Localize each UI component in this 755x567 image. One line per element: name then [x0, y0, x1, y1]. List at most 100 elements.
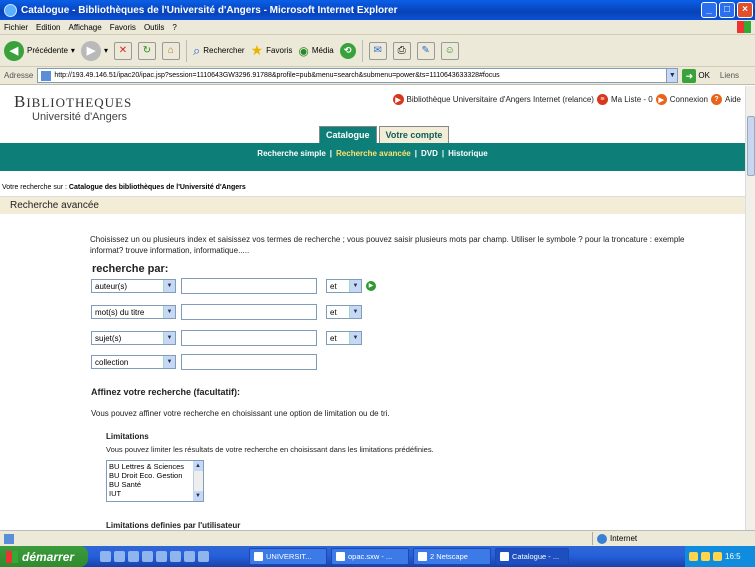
index-select-4[interactable]: collection ▼: [91, 355, 176, 369]
menu-view[interactable]: Affichage: [68, 23, 101, 32]
tray-icon[interactable]: [713, 552, 722, 561]
stop-icon[interactable]: ✕: [113, 41, 132, 60]
chevron-down-icon: ▼: [349, 332, 361, 344]
forward-button[interactable]: ▶ ▾: [80, 40, 108, 61]
menu-edit[interactable]: Edition: [36, 23, 60, 32]
status-bar: Internet: [0, 530, 755, 546]
operator-select-2[interactable]: et ▼: [326, 305, 362, 319]
edit-icon[interactable]: ✎: [416, 41, 435, 60]
menu-file[interactable]: Fichier: [4, 23, 28, 32]
home-icon[interactable]: ⌂: [161, 41, 180, 60]
go-search-icon[interactable]: ▶: [366, 281, 376, 291]
index-value-4: collection: [95, 357, 129, 367]
go-button[interactable]: ➜ OK: [682, 68, 710, 83]
search-button[interactable]: ⌕ Rechercher: [193, 43, 245, 59]
address-label: Adresse: [4, 71, 34, 80]
subnav-simple-search[interactable]: Recherche simple: [257, 149, 325, 158]
page-scrollbar[interactable]: [745, 86, 755, 530]
search-term-input-2[interactable]: [181, 304, 317, 320]
menu-help[interactable]: ?: [172, 23, 176, 32]
breadcrumb: Votre recherche sur : Catalogue des bibl…: [2, 184, 246, 191]
ie-icon: [4, 3, 17, 17]
chevron-down-icon[interactable]: ▼: [193, 491, 203, 501]
search-term-input-1[interactable]: [181, 278, 317, 294]
list-item[interactable]: BU Droit Eco. Gestion: [109, 471, 201, 480]
subnav-history[interactable]: Historique: [448, 149, 488, 158]
taskbar: démarrer UNIVERSIT... opac.sxw - ... 2 N…: [0, 546, 755, 567]
window-controls: _ □ ×: [701, 2, 753, 18]
page-status-icon: [4, 533, 14, 544]
subnav-advanced-search[interactable]: Recherche avancée: [336, 149, 411, 158]
print-icon[interactable]: ⎙: [392, 41, 411, 60]
document-icon: [254, 552, 263, 561]
operator-select-1[interactable]: et ▼: [326, 279, 362, 293]
messenger-icon[interactable]: ☺: [440, 41, 459, 60]
search-term-input-4[interactable]: [181, 354, 317, 370]
tray-icon[interactable]: [689, 552, 698, 561]
menu-tools[interactable]: Outils: [144, 23, 164, 32]
login-link[interactable]: Connexion: [670, 95, 708, 104]
operator-select-3[interactable]: et ▼: [326, 331, 362, 345]
limits-listbox[interactable]: BU Lettres & Sciences BU Droit Eco. Gest…: [106, 460, 204, 502]
index-select-1[interactable]: auteur(s) ▼: [91, 279, 176, 293]
media-button[interactable]: ◉ Média: [298, 44, 333, 58]
index-select-2[interactable]: mot(s) du titre ▼: [91, 305, 176, 319]
clock: 16:5: [725, 552, 741, 561]
listbox-scrollbar[interactable]: ▲ ▼: [193, 461, 203, 501]
limits-title: Limitations: [106, 432, 149, 441]
quicklaunch-icon[interactable]: [100, 551, 111, 562]
tray-icon[interactable]: [701, 552, 710, 561]
list-item[interactable]: BU Lettres & Sciences: [109, 462, 201, 471]
star-icon: ★: [250, 42, 264, 58]
start-button[interactable]: démarrer: [0, 546, 88, 567]
list-item[interactable]: IUT: [109, 489, 201, 498]
tab-account[interactable]: Votre compte: [378, 126, 450, 143]
index-select-3[interactable]: sujet(s) ▼: [91, 331, 176, 345]
site-logo[interactable]: BIBLIOTHEQUES Université d'Angers: [14, 92, 132, 123]
taskbar-item[interactable]: Catalogue - ...: [495, 548, 569, 565]
tab-catalogue[interactable]: Catalogue: [319, 126, 377, 143]
minimize-button[interactable]: _: [701, 2, 717, 18]
maximize-button[interactable]: □: [719, 2, 735, 18]
forward-arrow-icon: ▶: [80, 40, 101, 61]
address-dropdown-icon[interactable]: ▼: [666, 68, 679, 83]
refresh-icon[interactable]: ↻: [137, 41, 156, 60]
address-input[interactable]: http://193.49.146.51/ipac20/ipac.jsp?ses…: [37, 68, 668, 83]
quicklaunch-icon[interactable]: [170, 551, 181, 562]
quicklaunch-icon[interactable]: [128, 551, 139, 562]
quicklaunch-icon[interactable]: [198, 551, 209, 562]
taskbar-item[interactable]: opac.sxw - ...: [331, 548, 409, 565]
quicklaunch-icon[interactable]: [142, 551, 153, 562]
favorites-button[interactable]: ★ Favoris: [251, 42, 293, 59]
close-button[interactable]: ×: [737, 2, 753, 18]
chevron-down-icon[interactable]: ▾: [71, 46, 75, 55]
search-row-4: collection ▼: [91, 354, 317, 370]
bu-link[interactable]: Bibliothèque Universitaire d'Angers Inte…: [407, 95, 594, 104]
search-term-input-3[interactable]: [181, 330, 317, 346]
taskbar-item-label: opac.sxw - ...: [348, 552, 393, 561]
chevron-down-icon: ▼: [349, 280, 361, 292]
toolbar-separator: [185, 39, 187, 62]
quicklaunch-icon[interactable]: [114, 551, 125, 562]
taskbar-item[interactable]: 2 Netscape: [413, 548, 491, 565]
mail-icon[interactable]: ✉: [368, 41, 387, 60]
subnav-dvd[interactable]: DVD: [421, 149, 438, 158]
links-button[interactable]: Liens: [720, 71, 739, 80]
chevron-down-icon[interactable]: ▾: [104, 46, 108, 55]
history-icon[interactable]: ⟲: [339, 42, 356, 59]
back-button[interactable]: ◀ Précédente ▾: [4, 40, 75, 61]
my-list-link[interactable]: Ma Liste - 0: [611, 95, 653, 104]
scrollbar-thumb[interactable]: [747, 116, 755, 176]
list-item[interactable]: BU Santé: [109, 480, 201, 489]
breadcrumb-prefix: Votre recherche sur :: [2, 184, 69, 191]
help-link[interactable]: Aide: [725, 95, 741, 104]
quicklaunch-icon[interactable]: [156, 551, 167, 562]
chevron-up-icon[interactable]: ▲: [193, 461, 203, 471]
search-row-2: mot(s) du titre ▼ et ▼: [91, 304, 362, 320]
quicklaunch-icon[interactable]: [184, 551, 195, 562]
main-tabs: Catalogue Votre compte: [319, 126, 450, 143]
windows-logo-icon: [6, 550, 18, 563]
menu-favorites[interactable]: Favoris: [110, 23, 136, 32]
security-zone: Internet: [592, 532, 637, 545]
taskbar-item[interactable]: UNIVERSIT...: [249, 548, 327, 565]
